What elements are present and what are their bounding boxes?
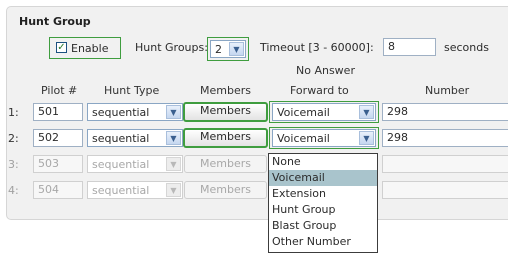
chevron-down-icon[interactable]: ▼ <box>166 131 181 145</box>
row-2-forward-select[interactable]: Voicemail ▼ <box>272 129 376 147</box>
hunt-groups-value: 2 <box>215 43 222 56</box>
row-1-hunt-type-value: sequential <box>92 106 150 119</box>
hunt-group-panel: Hunt Group ✓ Enable Hunt Groups: 2 ▼ Tim… <box>6 6 508 220</box>
row-2-hunt-type-select[interactable]: sequential ▼ <box>87 129 183 147</box>
hunt-groups-label: Hunt Groups: <box>135 41 208 54</box>
row-1-forward-highlight: Voicemail ▼ <box>269 101 379 123</box>
chevron-down-icon[interactable]: ▼ <box>359 105 374 119</box>
row-2-members-button[interactable]: Members <box>183 128 268 148</box>
hunt-groups-highlight: 2 ▼ <box>207 37 249 61</box>
header-forward-to: Forward to <box>290 84 349 97</box>
chevron-down-icon[interactable]: ▼ <box>359 131 374 145</box>
row-1-hunt-type-select[interactable]: sequential ▼ <box>87 103 183 121</box>
row-4-pilot-input: 504 <box>33 181 83 199</box>
timeout-input[interactable]: 8 <box>383 38 436 56</box>
row-3-members-button: Members <box>184 155 267 173</box>
row-1-number-input[interactable]: 298 <box>382 103 508 121</box>
row-2-pilot-input[interactable]: 502 <box>33 129 83 147</box>
row-3-hunt-type-value: sequential <box>92 158 150 171</box>
section-title: Hunt Group <box>19 15 91 28</box>
timeout-label: Timeout [3 - 60000]: <box>260 41 374 54</box>
row-3-pilot-input: 503 <box>33 155 83 173</box>
header-number: Number <box>425 84 470 97</box>
header-hunt-type: Hunt Type <box>104 84 160 97</box>
row-1-forward-value: Voicemail <box>277 106 330 119</box>
row-2-forward-value: Voicemail <box>277 132 330 145</box>
row-3-label: 3: <box>8 158 19 171</box>
forward-to-dropdown-list: None Voicemail Extension Hunt Group Blas… <box>268 153 378 253</box>
row-4-hunt-type-select: sequential ▼ <box>87 181 183 199</box>
hunt-groups-select[interactable]: 2 ▼ <box>210 40 246 58</box>
row-4-hunt-type-value: sequential <box>92 184 150 197</box>
row-1-forward-select[interactable]: Voicemail ▼ <box>272 103 376 121</box>
forward-option-other-number[interactable]: Other Number <box>269 234 377 250</box>
row-2-forward-highlight: Voicemail ▼ <box>269 127 379 149</box>
enable-label: Enable <box>71 42 109 55</box>
chevron-down-icon[interactable]: ▼ <box>229 42 244 56</box>
forward-option-none[interactable]: None <box>269 154 377 170</box>
row-1-members-button[interactable]: Members <box>183 102 268 122</box>
chevron-down-icon: ▼ <box>166 183 181 197</box>
row-1-pilot-input[interactable]: 501 <box>33 103 83 121</box>
row-3-number-input <box>382 155 508 173</box>
row-1-label: 1: <box>8 106 19 119</box>
header-no-answer: No Answer <box>296 64 355 77</box>
row-2-number-input[interactable]: 298 <box>382 129 508 147</box>
row-3-hunt-type-select: sequential ▼ <box>87 155 183 173</box>
row-4-label: 4: <box>8 184 19 197</box>
enable-checkbox[interactable]: ✓ <box>56 42 67 53</box>
forward-option-blast-group[interactable]: Blast Group <box>269 218 377 234</box>
header-pilot: Pilot # <box>41 84 78 97</box>
header-members: Members <box>200 84 251 97</box>
row-4-number-input <box>382 181 508 199</box>
chevron-down-icon[interactable]: ▼ <box>166 105 181 119</box>
row-2-label: 2: <box>8 132 19 145</box>
timeout-unit: seconds <box>444 41 489 54</box>
forward-option-extension[interactable]: Extension <box>269 186 377 202</box>
row-4-members-button: Members <box>184 181 267 199</box>
forward-option-voicemail[interactable]: Voicemail <box>269 170 377 186</box>
forward-option-hunt-group[interactable]: Hunt Group <box>269 202 377 218</box>
chevron-down-icon: ▼ <box>166 157 181 171</box>
enable-checkbox-group[interactable]: ✓ Enable <box>49 37 121 59</box>
row-2-hunt-type-value: sequential <box>92 132 150 145</box>
